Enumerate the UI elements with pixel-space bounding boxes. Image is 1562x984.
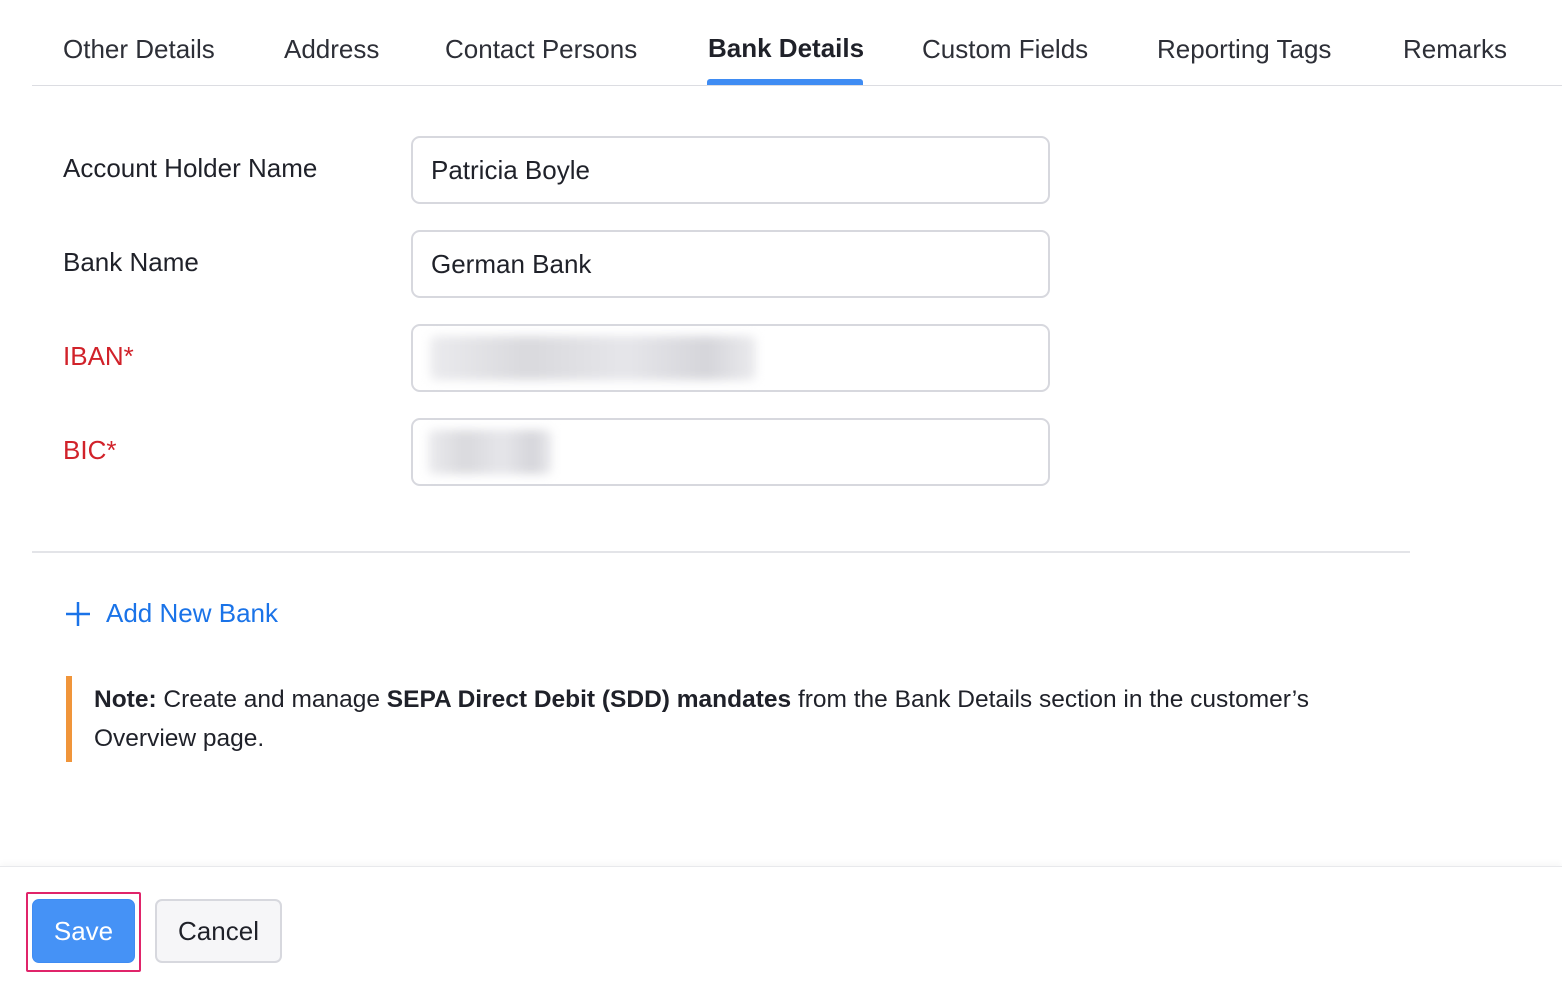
plus-icon <box>66 601 90 626</box>
bank-name-input[interactable] <box>411 230 1050 298</box>
tab-address[interactable]: Address <box>284 34 379 65</box>
iban-label: IBAN* <box>63 341 134 371</box>
edit-customer-page: Other Details Address Contact Persons Ba… <box>0 0 1562 984</box>
note-prefix: Note: <box>94 686 157 713</box>
add-new-bank-link[interactable]: Add New Bank <box>64 598 278 629</box>
bic-input[interactable] <box>411 418 1050 486</box>
note-text-before: Create and manage <box>156 686 387 713</box>
account-holder-name-input[interactable] <box>411 136 1050 204</box>
bic-label: BIC* <box>63 435 117 465</box>
tab-contact-persons[interactable]: Contact Persons <box>445 34 637 65</box>
tab-other-details[interactable]: Other Details <box>63 34 215 65</box>
sdd-note: Note: Create and manage SEPA Direct Debi… <box>66 676 1366 762</box>
section-divider <box>32 551 1410 553</box>
tab-bar: Other Details Address Contact Persons Ba… <box>32 0 1562 86</box>
add-new-bank-label: Add New Bank <box>106 598 278 628</box>
save-button[interactable]: Save <box>32 899 135 963</box>
bank-name-label: Bank Name <box>63 247 199 277</box>
tab-bank-details[interactable]: Bank Details <box>708 33 864 64</box>
tab-custom-fields[interactable]: Custom Fields <box>922 34 1088 65</box>
note-bold-text: SEPA Direct Debit (SDD) mandates <box>386 686 792 713</box>
tab-reporting-tags[interactable]: Reporting Tags <box>1157 34 1331 65</box>
tab-remarks[interactable]: Remarks <box>1403 34 1507 65</box>
iban-input[interactable] <box>411 324 1050 392</box>
account-holder-name-label: Account Holder Name <box>63 153 318 183</box>
active-tab-indicator <box>707 79 863 85</box>
cancel-button[interactable]: Cancel <box>155 899 282 963</box>
